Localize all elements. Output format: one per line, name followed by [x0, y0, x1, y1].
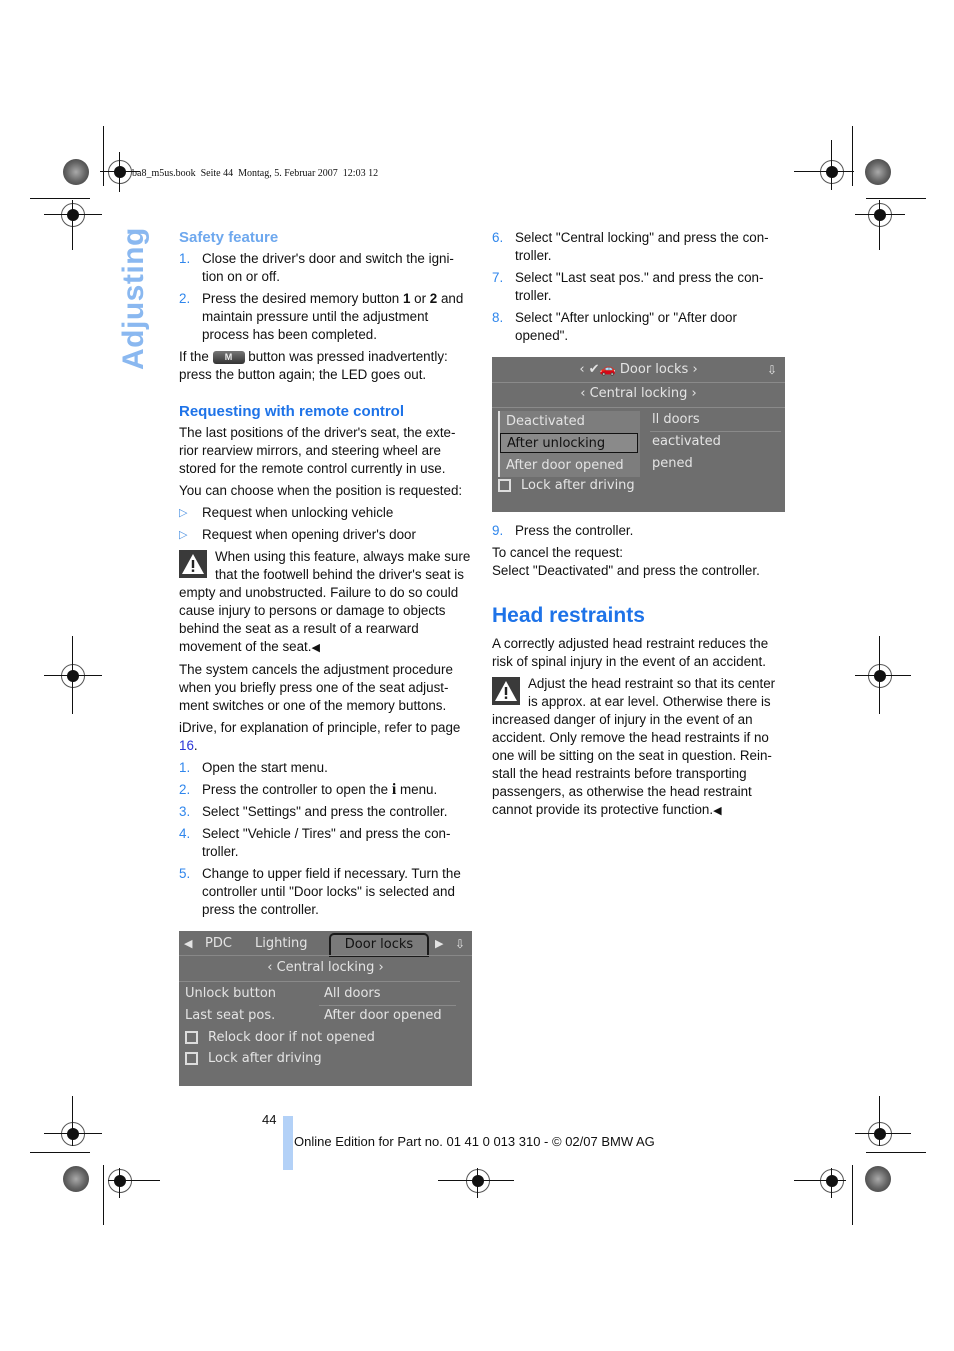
registration-mark [466, 1169, 490, 1193]
color-calibration-disc [865, 159, 891, 185]
subtitle: ‹ Central locking › [267, 960, 384, 975]
warning-note: When using this feature, always make sur… [179, 549, 471, 654]
section-heading-safety-feature: Safety feature [179, 229, 279, 246]
options-popup: Deactivated After unlocking After door o… [498, 411, 640, 477]
scroll-icon: ⇩ [455, 937, 466, 951]
registration-mark [61, 1122, 85, 1146]
subtitle: ‹ Central locking › [580, 386, 697, 401]
tab-bar: ◀ PDC Lighting Door locks ▶ ⇩ [179, 933, 472, 957]
checkbox-lock-after-driving[interactable]: Lock after driving [498, 475, 785, 497]
bullet-item: ▷ Request when opening driver's door [179, 527, 416, 542]
triangle-bullet-icon: ▷ [179, 507, 188, 519]
registration-mark [868, 1122, 892, 1146]
paragraph: The last positions of the driver's seat,… [179, 425, 456, 476]
paragraph: The system cancels the adjustment proced… [179, 662, 453, 713]
arrow-left-icon[interactable]: ◀ [184, 933, 192, 955]
color-calibration-disc [865, 1166, 891, 1192]
registration-mark [820, 160, 844, 184]
checkbox-icon[interactable] [498, 479, 511, 492]
cancel-text: To cancel the request: [492, 545, 624, 560]
list-item: 4. Select "Vehicle / Tires" and press th… [179, 826, 451, 859]
checkbox-lock-after-driving[interactable]: Lock after driving [185, 1048, 472, 1070]
bullet-item: ▷ Request when unlocking vehicle [179, 505, 394, 520]
scroll-icon: ⇩ [766, 363, 777, 377]
warning-icon [179, 550, 207, 578]
paragraph: iDrive, for explanation of principle, re… [179, 720, 461, 753]
right-column-bottom: 9. Press the controller. To cancel the r… [492, 522, 787, 820]
left-column: Safety feature 1. Close the driver's doo… [179, 229, 471, 919]
registration-mark [61, 203, 85, 227]
list-item: 5. Change to upper field if necessary. T… [179, 866, 461, 917]
arrow-right-icon[interactable]: ▶ [435, 933, 443, 955]
footer-accent-bar [283, 1116, 293, 1170]
triangle-bullet-icon: ▷ [179, 529, 188, 541]
end-mark-icon: ◀ [311, 642, 320, 654]
checkbox-icon[interactable] [185, 1031, 198, 1044]
page-link[interactable]: 16 [179, 738, 194, 753]
list-item: 1. Open the start menu. [179, 760, 328, 775]
tab-lighting[interactable]: Lighting [255, 933, 308, 955]
right-column-top: 6. Select "Central locking" and press th… [492, 229, 787, 345]
registration-mark [108, 1169, 132, 1193]
footer-edition: Online Edition for Part no. 01 41 0 013 … [294, 1134, 655, 1149]
side-tab-adjusting: Adjusting [117, 227, 150, 370]
setting-row[interactable]: Unlock button All doors [179, 983, 472, 1005]
registration-mark [868, 203, 892, 227]
memory-button-note: If the M button was pressed inadvertentl… [179, 349, 448, 382]
paragraph: You can choose when the position is requ… [179, 483, 463, 498]
checkbox-icon[interactable] [185, 1052, 198, 1065]
list-item: 1. Close the driver's door and switch th… [179, 251, 454, 284]
warning-note: Adjust the head restraint so that its ce… [492, 676, 776, 817]
option-deactivated[interactable]: Deactivated [506, 411, 585, 433]
registration-mark [868, 664, 892, 688]
door-lock-check-icon: ✔🚗 [588, 362, 616, 377]
section-heading-remote-control: Requesting with remote control [179, 403, 405, 420]
list-item: 6. Select "Central locking" and press th… [492, 230, 769, 263]
idrive-screen-last-seat-pos: ‹ ✔🚗 Door locks › ⇩ ‹ Central locking › … [492, 357, 785, 512]
print-header: ba8_m5us.book Seite 44 Montag, 5. Februa… [132, 168, 379, 179]
registration-mark [820, 1169, 844, 1193]
page-number: 44 [262, 1112, 277, 1127]
registration-mark [61, 664, 85, 688]
option-after-door-opened[interactable]: After door opened [506, 455, 624, 477]
warning-icon [492, 677, 520, 705]
checkbox-relock[interactable]: Relock door if not opened [185, 1027, 472, 1049]
list-item: 9. Press the controller. [492, 523, 634, 538]
end-mark-icon: ◀ [713, 805, 722, 817]
memory-button-icon: M [212, 350, 245, 364]
registration-mark [108, 160, 132, 184]
idrive-screen-door-locks: ◀ PDC Lighting Door locks ▶ ⇩ ‹ Central … [179, 931, 472, 1086]
tab-pdc[interactable]: PDC [205, 933, 232, 955]
color-calibration-disc [63, 1166, 89, 1192]
list-item: 2. Press the desired memory button 1 or … [179, 291, 464, 342]
option-after-unlocking[interactable]: After unlocking [500, 433, 638, 453]
list-item: 7. Select "Last seat pos." and press the… [492, 270, 764, 303]
tab-door-locks[interactable]: Door locks [329, 933, 429, 957]
setting-row[interactable]: Last seat pos. After door opened [179, 1005, 472, 1027]
section-heading-head-restraints: Head restraints [492, 604, 645, 627]
list-item: 3. Select "Settings" and press the contr… [179, 804, 448, 819]
paragraph: A correctly adjusted head restraint redu… [492, 636, 769, 669]
cancel-text: Select "Deactivated" and press the contr… [492, 563, 760, 578]
list-item: 8. Select "After unlocking" or "After do… [492, 310, 737, 343]
list-item: 2. Press the controller to open the i me… [179, 781, 438, 798]
title-bar: ‹ ✔🚗 Door locks › ⇩ [492, 359, 785, 381]
color-calibration-disc [63, 159, 89, 185]
